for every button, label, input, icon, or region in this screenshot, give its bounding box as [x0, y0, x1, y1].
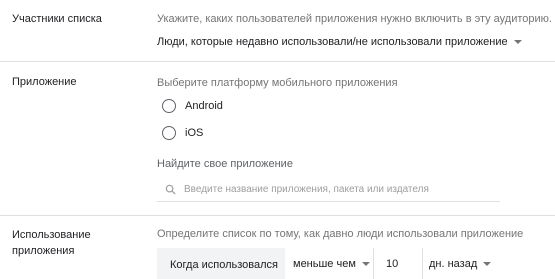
app-search-input[interactable]: [184, 183, 484, 195]
chevron-down-icon: [361, 261, 370, 266]
usage-label-line1: Использование: [12, 229, 91, 241]
usage-label-line2: приложения: [12, 245, 75, 257]
chevron-down-icon: [483, 261, 492, 266]
radio-android[interactable]: Android: [162, 99, 223, 113]
find-app-label: Найдите свое приложение: [157, 158, 293, 170]
members-dropdown[interactable]: Люди, которые недавно использовали/не ис…: [157, 35, 522, 49]
comparator-dropdown[interactable]: меньше чем: [285, 248, 373, 279]
days-value-input[interactable]: 10: [374, 248, 422, 279]
radio-circle-icon[interactable]: [162, 126, 176, 140]
usage-row: Когда использовался меньше чем 10 дн. на…: [157, 248, 555, 279]
radio-circle-icon[interactable]: [162, 99, 176, 113]
section-divider: [0, 61, 555, 62]
members-section-label: Участники списка: [12, 13, 102, 25]
members-description: Укажите, каких пользователей приложения …: [157, 13, 552, 25]
unit-dropdown[interactable]: дн. назад: [423, 248, 555, 279]
unit-value: дн. назад: [429, 257, 478, 270]
search-icon: [165, 184, 176, 195]
app-section-label: Приложение: [12, 76, 77, 88]
comparator-value: меньше чем: [293, 257, 356, 270]
radio-android-label: Android: [185, 100, 223, 112]
radio-ios[interactable]: iOS: [162, 126, 203, 140]
usage-section-label: Использование приложения: [12, 227, 91, 259]
radio-ios-label: iOS: [185, 127, 204, 139]
days-value: 10: [386, 257, 399, 270]
members-dropdown-value: Люди, которые недавно использовали/не ис…: [157, 36, 508, 48]
chevron-down-icon: [513, 40, 522, 44]
usage-description: Определите список по тому, как давно люд…: [157, 228, 524, 240]
app-search-box[interactable]: [157, 177, 500, 202]
when-used-label: Когда использовался: [170, 259, 279, 271]
section-divider: [0, 215, 555, 216]
platform-prompt: Выберите платформу мобильного приложения: [157, 77, 398, 89]
